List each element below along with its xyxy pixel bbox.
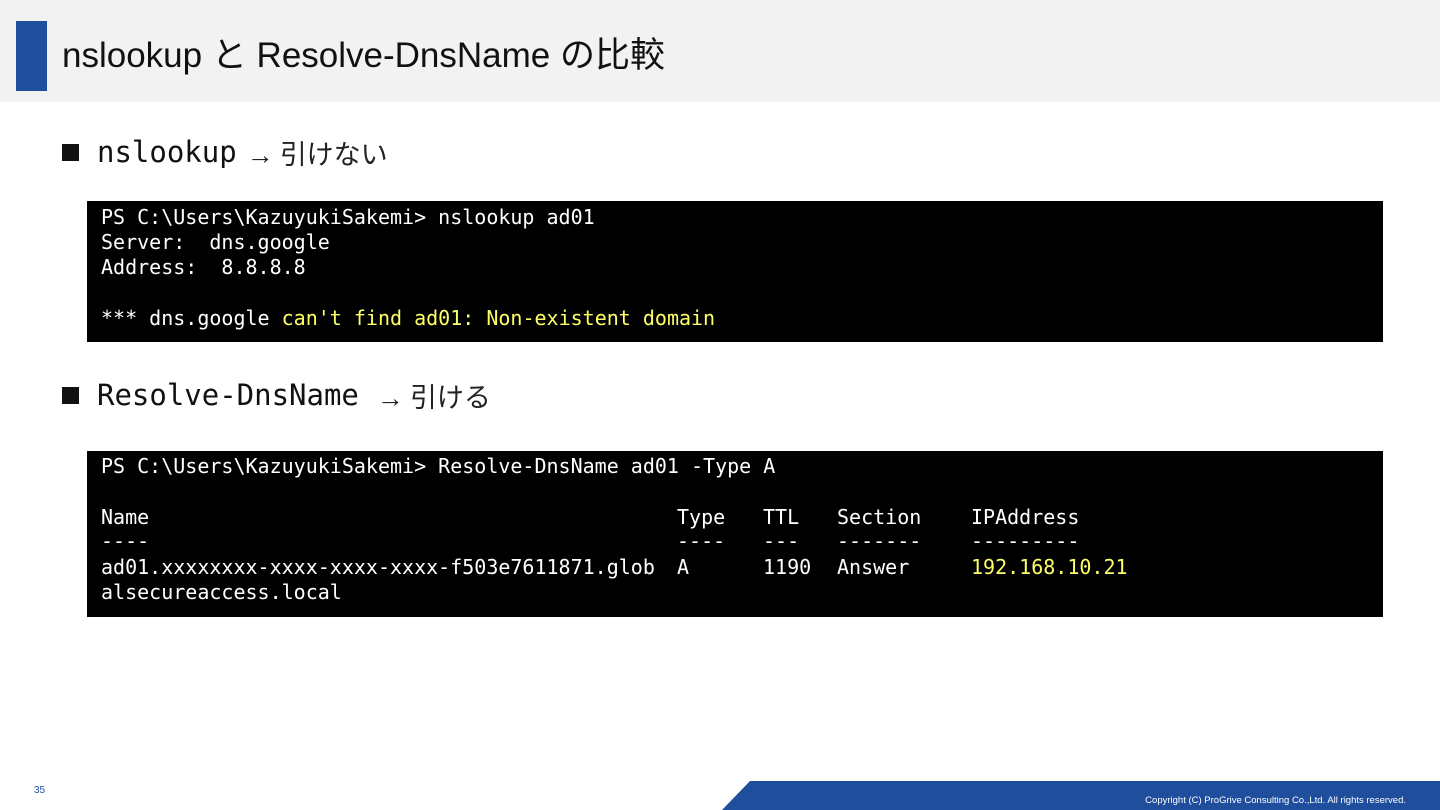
bullet-square-icon xyxy=(62,386,79,404)
result-ip-address: 192.168.10.21 xyxy=(971,555,1128,579)
column-separator: ---- xyxy=(101,529,150,553)
column-separator: ---- xyxy=(677,529,726,553)
column-header-section: Section xyxy=(837,505,922,529)
result-name-line2: alsecureaccess.local xyxy=(101,580,342,604)
slide-header: nslookup と Resolve-DnsName の比較 xyxy=(0,0,1440,102)
result-label: 引ける xyxy=(409,382,491,413)
error-prefix: *** dns.google xyxy=(101,306,282,330)
terminal-server-line: Server: dns.google xyxy=(101,230,330,254)
column-header-name: Name xyxy=(101,505,150,529)
terminal-address-line: Address: 8.8.8.8 xyxy=(101,255,306,279)
terminal-prompt-line: PS C:\Users\KazuyukiSakemi> nslookup ad0… xyxy=(101,205,595,229)
result-label: 引けない xyxy=(279,139,388,170)
result-text: → 引ける xyxy=(377,376,491,415)
column-header-ttl: TTL xyxy=(763,505,800,529)
result-section: Answer xyxy=(837,555,910,579)
bullet-square-icon xyxy=(62,143,79,161)
arrow-right-icon: → xyxy=(246,139,274,170)
terminal-nslookup: PS C:\Users\KazuyukiSakemi> nslookup ad0… xyxy=(87,201,1383,342)
terminal-resolve-dnsname: PS C:\Users\KazuyukiSakemi> Resolve-DnsN… xyxy=(87,451,1383,617)
column-separator: --- xyxy=(763,529,800,553)
command-name: nslookup xyxy=(97,135,237,169)
column-header-ipaddress: IPAddress xyxy=(971,505,1080,529)
section-resolve-heading: Resolve-DnsName → 引ける xyxy=(62,375,491,415)
column-header-type: Type xyxy=(677,505,726,529)
section-nslookup-heading: nslookup → 引けない xyxy=(62,132,388,172)
arrow-right-icon: → xyxy=(376,382,404,413)
copyright-text: Copyright (C) ProGrive Consulting Co.,Lt… xyxy=(1145,795,1406,806)
result-ttl: 1190 xyxy=(763,555,812,579)
header-accent-bar xyxy=(16,21,47,91)
terminal-error-line: *** dns.google can't find ad01: Non-exis… xyxy=(101,306,715,331)
slide-title: nslookup と Resolve-DnsName の比較 xyxy=(62,36,665,75)
column-separator: ------- xyxy=(837,529,922,553)
error-message: can't find ad01: Non-existent domain xyxy=(281,306,716,330)
result-type: A xyxy=(677,555,690,579)
command-name: Resolve-DnsName xyxy=(97,378,359,412)
page-number: 35 xyxy=(34,785,46,796)
column-separator: --------- xyxy=(971,529,1080,553)
result-name-line1: ad01.xxxxxxxx-xxxx-xxxx-xxxx-f503e761187… xyxy=(101,555,655,579)
result-text: → 引けない xyxy=(247,133,388,172)
terminal-prompt-line: PS C:\Users\KazuyukiSakemi> Resolve-DnsN… xyxy=(101,454,776,478)
